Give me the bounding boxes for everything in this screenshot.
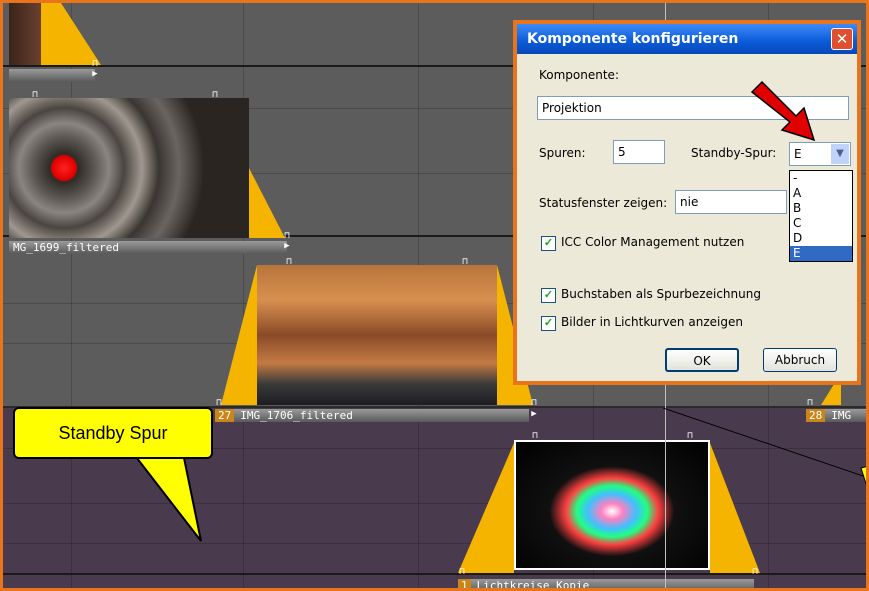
clip-handle-icon[interactable]: ⊓	[91, 59, 99, 69]
checkbox-letters-label: Buchstaben als Spurbezeichnung	[561, 287, 761, 301]
track-line	[3, 573, 866, 575]
clip-number: 1	[458, 579, 471, 588]
fade-in-triangle[interactable]	[458, 443, 514, 573]
clip-label-bar[interactable]: MG_1699_filtered	[9, 241, 287, 254]
clip-handle-icon[interactable]: ⊓	[215, 398, 223, 408]
cancel-button[interactable]: Abbruch	[763, 348, 837, 372]
clip-handle-icon[interactable]: ⊓	[531, 431, 539, 441]
play-marker-icon[interactable]: ▶	[283, 241, 291, 251]
standby-spur-select[interactable]: E ▼	[789, 142, 851, 166]
checkbox-icc[interactable]: ✓	[541, 236, 556, 251]
ok-button[interactable]: OK	[665, 348, 739, 372]
clip-handle-icon[interactable]: ⊓	[751, 567, 759, 577]
clip-handle-icon[interactable]: ⊓	[458, 567, 466, 577]
close-icon[interactable]: ✕	[831, 28, 853, 50]
dropdown-option[interactable]: D	[790, 231, 852, 246]
dropdown-option[interactable]: B	[790, 201, 852, 216]
spuren-label: Spuren:	[539, 146, 586, 160]
dropdown-option[interactable]: -	[790, 171, 852, 186]
annotation-pointer-line	[663, 408, 866, 486]
fade-out-triangle[interactable]	[249, 168, 285, 238]
standby-callout: Standby Spur	[13, 407, 213, 459]
clip-thumbnail[interactable]	[9, 3, 41, 65]
statusfenster-select[interactable]: nie	[675, 190, 787, 214]
clip-handle-icon[interactable]: ⊓	[530, 398, 538, 408]
dropdown-option-selected[interactable]: E	[790, 246, 852, 261]
dropdown-option[interactable]: C	[790, 216, 852, 231]
clip-label: IMG_1706_filtered	[240, 409, 353, 422]
clip-label-bar[interactable]: 27 IMG_1706_filtered	[215, 409, 529, 422]
clip-handle-icon[interactable]: ⊓	[283, 231, 291, 241]
standby-spur-dropdown[interactable]: - A B C D E	[789, 170, 853, 262]
red-arrow-icon	[750, 80, 816, 142]
clip-handle-icon[interactable]: ⊓	[461, 257, 469, 267]
dialog-titlebar[interactable]: Komponente konfigurieren ✕	[517, 24, 857, 54]
standby-spur-value: E	[794, 147, 802, 161]
checkbox-images-label: Bilder in Lichtkurven anzeigen	[561, 315, 743, 329]
standby-spur-label: Standby-Spur:	[691, 146, 777, 160]
play-marker-icon[interactable]: ▶	[91, 69, 99, 79]
clip-handle-icon[interactable]: ⊓	[285, 257, 293, 267]
fade-in-triangle[interactable]	[221, 265, 257, 405]
clip-thumbnail-church[interactable]	[257, 265, 497, 405]
configure-component-dialog: Komponente konfigurieren ✕ Komponente: P…	[513, 20, 861, 385]
dialog-title: Komponente konfigurieren	[527, 31, 739, 47]
callout-tail	[131, 453, 202, 542]
checkbox-letters[interactable]: ✓	[541, 288, 556, 303]
checkbox-icc-label: ICC Color Management nutzen	[561, 235, 745, 249]
clip-label: MG_1699_filtered	[13, 241, 119, 254]
clip-handle-icon[interactable]: ⊓	[211, 90, 219, 100]
dropdown-option[interactable]: A	[790, 186, 852, 201]
clip-label: Lichtkreise Kopie	[476, 579, 590, 591]
clip-number: 27	[215, 409, 235, 422]
fade-in-triangle[interactable]	[41, 3, 101, 65]
clip-handle-icon[interactable]: ⊓	[31, 90, 39, 100]
statusfenster-label: Statusfenster zeigen:	[539, 196, 668, 210]
clip-label-bar[interactable]	[9, 69, 95, 82]
clip-thumbnail-staircase[interactable]	[9, 98, 249, 238]
play-marker-icon[interactable]: ▶	[530, 409, 538, 419]
spuren-field[interactable]: 5	[613, 140, 665, 164]
komponente-label: Komponente:	[539, 68, 619, 82]
checkbox-images[interactable]: ✓	[541, 316, 556, 331]
clip-handle-icon[interactable]: ⊓	[806, 398, 814, 408]
chevron-down-icon[interactable]: ▼	[831, 144, 849, 164]
clip-label-bar[interactable]: 1 Lichtkreise Kopie	[458, 579, 754, 591]
